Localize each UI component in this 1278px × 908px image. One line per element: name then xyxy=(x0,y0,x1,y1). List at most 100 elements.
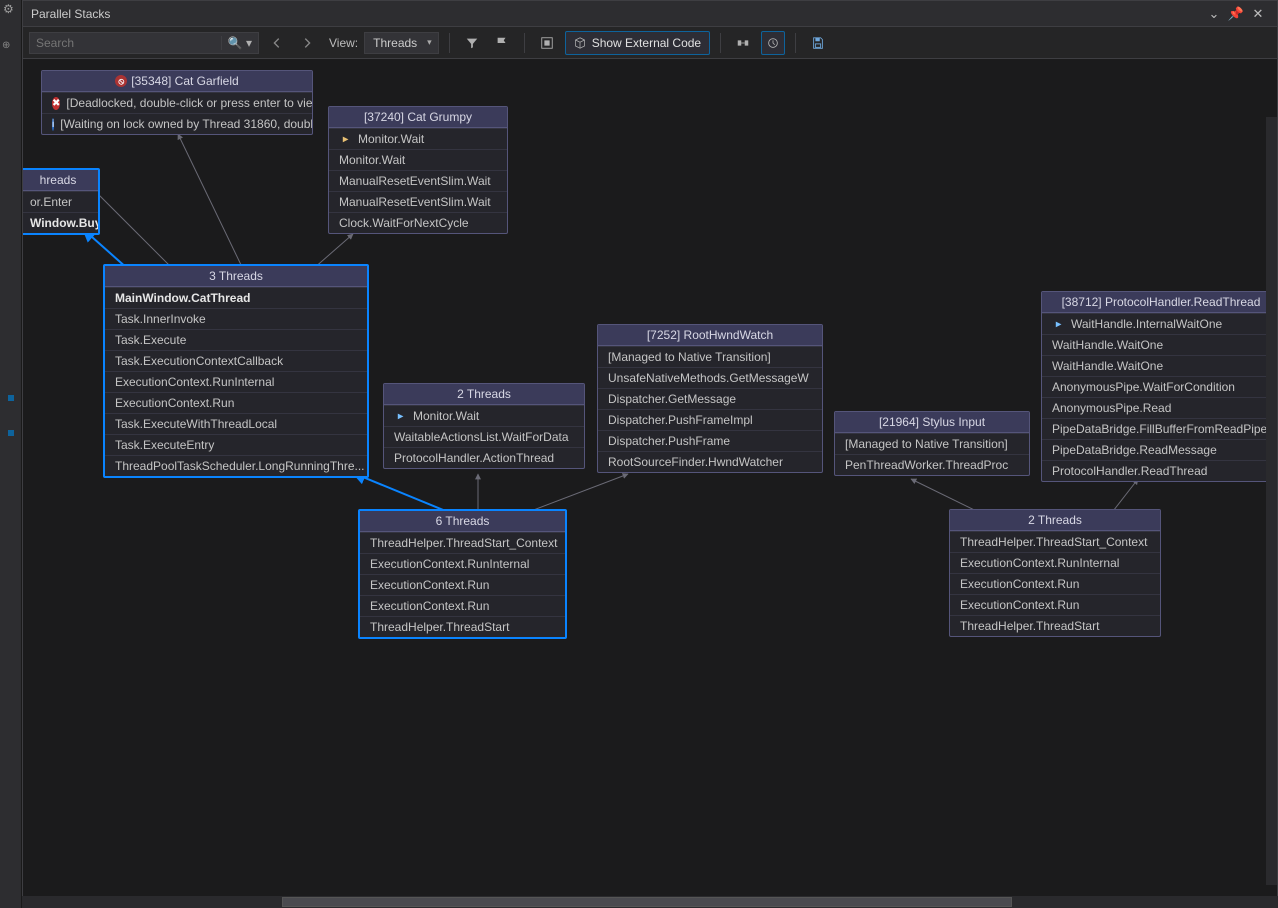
frame-title: [7252] RootHwndWatch xyxy=(647,328,773,342)
frame-row[interactable]: AnonymousPipe.WaitForCondition xyxy=(1042,376,1277,397)
frame-row[interactable]: Task.ExecuteEntry xyxy=(105,434,367,455)
frame-header[interactable]: 3 Threads xyxy=(105,266,367,287)
stack-frame-stylus[interactable]: [21964] Stylus Input [Managed to Native … xyxy=(834,411,1030,476)
frame-row[interactable]: Task.ExecutionContextCallback xyxy=(105,350,367,371)
stack-frame-2threads-a[interactable]: 2 Threads ▸Monitor.Wait WaitableActionsL… xyxy=(383,383,585,469)
frame-row[interactable]: ✖[Deadlocked, double-click or press ente… xyxy=(42,92,312,113)
frame-row[interactable]: Task.InnerInvoke xyxy=(105,308,367,329)
frame-row[interactable]: PipeDataBridge.FillBufferFromReadPipe xyxy=(1042,418,1277,439)
frame-row[interactable]: ExecutionContext.RunInternal xyxy=(360,553,565,574)
stack-frame-roothwnd[interactable]: [7252] RootHwndWatch [Managed to Native … xyxy=(597,324,823,473)
frame-row[interactable]: ThreadPoolTaskScheduler.LongRunningThre.… xyxy=(105,455,367,476)
filter-button[interactable] xyxy=(460,31,484,55)
view-dropdown-value: Threads xyxy=(373,36,417,50)
frame-header[interactable]: ⦸ [35348] Cat Garfield xyxy=(42,71,312,92)
frame-row[interactable]: ManualResetEventSlim.Wait xyxy=(329,170,507,191)
frame-row[interactable]: AnonymousPipe.Read xyxy=(1042,397,1277,418)
current-frame-icon: ▸ xyxy=(339,133,352,146)
frame-row[interactable]: ExecutionContext.Run xyxy=(950,573,1160,594)
toggle-method-view-button[interactable] xyxy=(731,31,755,55)
search-input[interactable]: 🔍 ▾ xyxy=(29,32,259,54)
frame-header[interactable]: [38712] ProtocolHandler.ReadThread xyxy=(1042,292,1277,313)
frame-row[interactable]: Dispatcher.PushFrameImpl xyxy=(598,409,822,430)
frame-row[interactable]: Monitor.Wait xyxy=(329,149,507,170)
chevron-down-icon[interactable]: ⌄ xyxy=(1203,6,1225,22)
frame-header[interactable]: 2 Threads xyxy=(950,510,1160,531)
frame-row[interactable]: ExecutionContext.RunInternal xyxy=(950,552,1160,573)
search-field[interactable] xyxy=(30,33,221,53)
frame-row[interactable]: Task.ExecuteWithThreadLocal xyxy=(105,413,367,434)
frame-row[interactable]: ExecutionContext.Run xyxy=(360,574,565,595)
vertical-scrollbar[interactable] xyxy=(1266,117,1277,885)
frame-header[interactable]: hreads xyxy=(23,170,98,191)
frame-title: [38712] ProtocolHandler.ReadThread xyxy=(1062,295,1261,309)
frame-row[interactable]: ExecutionContext.RunInternal xyxy=(105,371,367,392)
pin-icon[interactable]: 📌 xyxy=(1225,6,1247,22)
stack-frame-2threads-b[interactable]: 2 Threads ThreadHelper.ThreadStart_Conte… xyxy=(949,509,1161,637)
separator xyxy=(795,33,796,53)
frame-row[interactable]: WaitHandle.WaitOne xyxy=(1042,334,1277,355)
stack-frame-6threads[interactable]: 6 Threads ThreadHelper.ThreadStart_Conte… xyxy=(358,509,567,639)
frame-row[interactable]: Window.Buy xyxy=(23,212,98,233)
search-icon[interactable]: 🔍 ▾ xyxy=(221,36,258,50)
frame-row[interactable]: PenThreadWorker.ThreadProc xyxy=(835,454,1029,475)
toolbar: 🔍 ▾ View: Threads ▾ xyxy=(23,27,1277,59)
frame-row[interactable]: ThreadHelper.ThreadStart_Context xyxy=(360,532,565,553)
frame-row[interactable]: ExecutionContext.Run xyxy=(950,594,1160,615)
frame-row[interactable]: ExecutionContext.Run xyxy=(105,392,367,413)
scrollbar-thumb[interactable] xyxy=(282,897,1012,907)
marker-icon xyxy=(8,430,14,436)
split-icon[interactable]: ⊕ xyxy=(2,40,10,51)
frame-header[interactable]: 6 Threads xyxy=(360,511,565,532)
show-external-code-button[interactable]: Show External Code xyxy=(565,31,710,55)
frame-header[interactable]: 2 Threads xyxy=(384,384,584,405)
frame-row[interactable]: ThreadHelper.ThreadStart_Context xyxy=(950,531,1160,552)
stack-frame-clipped[interactable]: hreads or.Enter Window.Buy xyxy=(23,168,100,235)
view-dropdown[interactable]: Threads ▾ xyxy=(364,32,439,54)
frame-title: hreads xyxy=(40,173,77,187)
frame-row[interactable]: WaitableActionsList.WaitForData xyxy=(384,426,584,447)
gear-icon[interactable]: ⚙ xyxy=(3,2,14,16)
flag-button[interactable] xyxy=(490,31,514,55)
frame-header[interactable]: [7252] RootHwndWatch xyxy=(598,325,822,346)
stack-frame-garfield[interactable]: ⦸ [35348] Cat Garfield ✖[Deadlocked, dou… xyxy=(41,70,313,135)
frame-row[interactable]: ▸WaitHandle.InternalWaitOne xyxy=(1042,313,1277,334)
frame-row[interactable]: or.Enter xyxy=(23,191,98,212)
frame-header[interactable]: [37240] Cat Grumpy xyxy=(329,107,507,128)
horizontal-scrollbar[interactable] xyxy=(22,896,1278,908)
frame-row[interactable]: PipeDataBridge.ReadMessage xyxy=(1042,439,1277,460)
frame-header[interactable]: [21964] Stylus Input xyxy=(835,412,1029,433)
frame-row[interactable]: ▸Monitor.Wait xyxy=(329,128,507,149)
frame-row[interactable]: UnsafeNativeMethods.GetMessageW xyxy=(598,367,822,388)
frame-row[interactable]: Dispatcher.GetMessage xyxy=(598,388,822,409)
frame-row[interactable]: Dispatcher.PushFrame xyxy=(598,430,822,451)
frame-row[interactable]: ProtocolHandler.ReadThread xyxy=(1042,460,1277,481)
frame-row[interactable]: Clock.WaitForNextCycle xyxy=(329,212,507,233)
frame-row[interactable]: ExecutionContext.Run xyxy=(360,595,565,616)
stack-frame-grumpy[interactable]: [37240] Cat Grumpy ▸Monitor.Wait Monitor… xyxy=(328,106,508,234)
frame-row[interactable]: i[Waiting on lock owned by Thread 31860,… xyxy=(42,113,312,134)
auto-scroll-button[interactable] xyxy=(761,31,785,55)
frame-row[interactable]: ProtocolHandler.ActionThread xyxy=(384,447,584,468)
stack-frame-protocolhandler[interactable]: [38712] ProtocolHandler.ReadThread ▸Wait… xyxy=(1041,291,1277,482)
frame-row[interactable]: MainWindow.CatThread xyxy=(105,287,367,308)
info-icon: i xyxy=(52,118,54,131)
save-button[interactable] xyxy=(806,31,830,55)
frame-row[interactable]: WaitHandle.WaitOne xyxy=(1042,355,1277,376)
close-icon[interactable]: ✕ xyxy=(1247,6,1269,22)
parallel-stacks-canvas[interactable]: ⦸ [35348] Cat Garfield ✖[Deadlocked, dou… xyxy=(23,59,1277,897)
zoom-fit-button[interactable] xyxy=(535,31,559,55)
nav-back-button[interactable] xyxy=(265,31,289,55)
frame-row[interactable]: RootSourceFinder.HwndWatcher xyxy=(598,451,822,472)
frame-row[interactable]: [Managed to Native Transition] xyxy=(835,433,1029,454)
frame-row[interactable]: ▸Monitor.Wait xyxy=(384,405,584,426)
left-gutter: ⚙ ⊕ xyxy=(0,0,22,908)
frame-row[interactable]: ThreadHelper.ThreadStart xyxy=(360,616,565,637)
frame-row[interactable]: [Managed to Native Transition] xyxy=(598,346,822,367)
nav-forward-button[interactable] xyxy=(295,31,319,55)
frame-row[interactable]: Task.Execute xyxy=(105,329,367,350)
show-external-code-label: Show External Code xyxy=(592,36,701,50)
stack-frame-3threads[interactable]: 3 Threads MainWindow.CatThread Task.Inne… xyxy=(103,264,369,478)
frame-row[interactable]: ThreadHelper.ThreadStart xyxy=(950,615,1160,636)
frame-row[interactable]: ManualResetEventSlim.Wait xyxy=(329,191,507,212)
